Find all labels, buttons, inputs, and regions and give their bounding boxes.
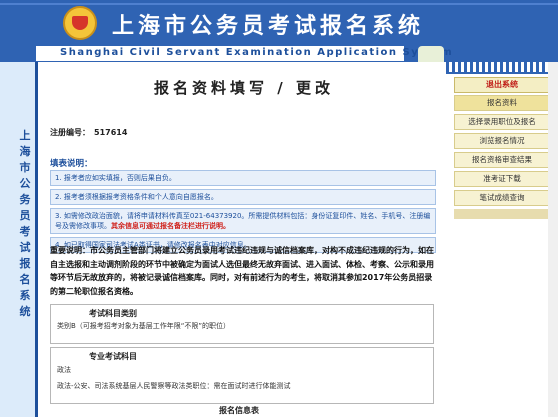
section-title: 考试科目类别 xyxy=(89,309,137,318)
right-navigation: 退出系统 ▶ 报名资料 选择录用职位及报名 浏览报名情况 报名资格审查结果 准考… xyxy=(446,62,558,417)
note-item: 2. 报考者须根据报考资格条件和个人意向自愿报名。 xyxy=(50,189,436,205)
nav-item-select-position[interactable]: 选择录用职位及报名 xyxy=(454,114,550,130)
exam-category-value: 类别B（可报考招考对象为基层工作年限“不限”的职位） xyxy=(57,322,231,330)
professional-subject-value: 政法 xyxy=(57,366,71,374)
nav-item-score-query[interactable]: 笔试成绩查询 xyxy=(454,190,550,206)
registration-value: 517614 xyxy=(94,128,128,137)
site-subtitle: Shanghai Civil Servant Examination Appli… xyxy=(60,47,454,58)
nav-bottom-decor xyxy=(454,209,550,219)
registration-label: 注册编号： xyxy=(50,128,90,137)
site-title: 上海市公务员考试报名系统 xyxy=(112,13,425,39)
decorative-emblem-icon xyxy=(418,46,444,62)
registration-number: 注册编号： 517614 xyxy=(50,127,127,138)
divider-line xyxy=(35,62,38,417)
emblem-logo xyxy=(63,6,97,40)
note-item: 1. 报考者应如实填报，否则后果自负。 xyxy=(50,170,436,186)
exam-category-section: 考试科目类别 类别B（可报考招考对象为基层工作年限“不限”的职位） xyxy=(50,304,434,344)
nav-item-registration-info[interactable]: 报名资料 xyxy=(454,95,550,111)
vertical-title: 上海市公务员考试报名系统 xyxy=(19,129,31,318)
exit-button[interactable]: 退出系统 xyxy=(454,77,550,93)
note-item: 3. 如需修改政治面貌，请将申请材料传真至021-64373920。所需提供材料… xyxy=(50,208,436,234)
nav-item-view-status[interactable]: 浏览报名情况 xyxy=(454,133,550,149)
section-title: 专业考试科目 xyxy=(89,352,137,361)
scrollbar[interactable] xyxy=(548,62,558,417)
note-highlight: 其余信息可通过报名备注栏进行说明。 xyxy=(111,222,230,230)
nav-decor-pattern xyxy=(446,62,558,72)
info-table-title: 报名信息表 xyxy=(219,406,259,415)
professional-subject-section: 专业考试科目 政法 政法-公安、司法系统基层人民警察等政法类职位：需在面试时进行… xyxy=(50,347,434,404)
left-sidebar: 上海市公务员考试报名系统 xyxy=(0,62,38,417)
page-title: 报名资料填写 / 更改 xyxy=(154,79,334,97)
nav-item-review-results[interactable]: 报名资格审查结果 xyxy=(454,152,550,168)
professional-subject-note: 政法-公安、司法系统基层人民警察等政法类职位：需在面试时进行体能测试 xyxy=(57,382,291,390)
site-header: 上海市公务员考试报名系统 Shanghai Civil Servant Exam… xyxy=(0,0,558,62)
nav-item-admission-ticket[interactable]: 准考证下载 xyxy=(454,171,550,187)
fill-instructions-title: 填表说明： xyxy=(50,159,93,169)
main-content: 报名资料填写 / 更改 注册编号： 517614 填表说明： 1. 报考者应如实填… xyxy=(44,62,442,417)
important-notice: 重要说明：市公务员主管部门将建立公务员录用考试违纪违规与诚信档案库，对构不成违纪… xyxy=(50,246,434,296)
